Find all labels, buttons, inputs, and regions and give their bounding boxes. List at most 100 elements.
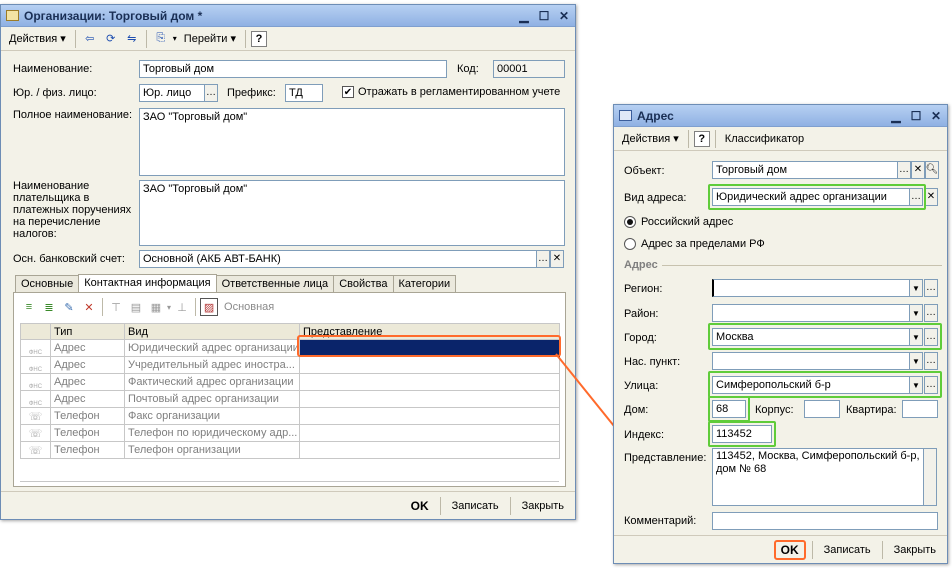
district-dropdown-icon[interactable]: ▼ xyxy=(909,304,923,322)
address-kind-clear-button[interactable]: ✕ xyxy=(924,188,938,206)
bank-select-button[interactable]: … xyxy=(536,250,550,268)
bank-account-field[interactable]: Основной (АКБ АВТ-БАНК) xyxy=(139,250,537,268)
payer-label: Наименование плательщика в платежных пор… xyxy=(13,180,132,240)
row-view[interactable] xyxy=(299,424,560,442)
classifier-button[interactable]: Классификатор xyxy=(721,129,808,149)
table-row[interactable]: ФНС Адрес Почтовый адрес организации xyxy=(20,390,560,408)
district-select-button[interactable]: … xyxy=(924,304,938,322)
view-field[interactable]: 113452, Москва, Симферопольский б-р, дом… xyxy=(712,448,924,506)
addr-close-button[interactable]: Закрыть xyxy=(889,542,941,558)
tab-properties[interactable]: Свойства xyxy=(333,275,394,293)
refresh-icon[interactable]: ⟳ xyxy=(102,30,120,48)
maximize-icon[interactable]: ☐ xyxy=(535,8,553,24)
row-view[interactable] xyxy=(299,390,560,408)
address-kind-highlight xyxy=(708,184,926,210)
addr-actions-menu[interactable]: Действия ▾ xyxy=(618,129,683,149)
flat-field[interactable] xyxy=(902,400,938,418)
back-arrow-icon[interactable]: ⇦ xyxy=(81,30,99,48)
minimize-icon[interactable]: ▁ xyxy=(515,8,533,24)
object-field[interactable]: Торговый дом xyxy=(712,161,898,179)
row-view[interactable] xyxy=(299,407,560,425)
help-icon[interactable]: ? xyxy=(250,30,267,47)
legal-form-select-button[interactable]: … xyxy=(204,84,218,102)
comment-field[interactable] xyxy=(712,512,938,530)
row-view[interactable] xyxy=(299,373,560,391)
district-field[interactable] xyxy=(712,304,910,322)
region-field[interactable] xyxy=(712,279,910,297)
ok-button[interactable]: OK xyxy=(406,497,434,515)
header-icon-col xyxy=(20,323,51,340)
region-dropdown-icon[interactable]: ▼ xyxy=(909,279,923,297)
filter-list-icon[interactable]: ▤ xyxy=(127,298,145,316)
addr-titlebar[interactable]: Адрес ▁ ☐ ✕ xyxy=(614,105,947,127)
tab-responsible[interactable]: Ответственные лица xyxy=(215,275,335,293)
goto-menu[interactable]: Перейти ▾ xyxy=(180,29,240,49)
fullname-field[interactable]: ЗАО "Торговый дом" xyxy=(139,108,565,176)
filter-icon[interactable]: ⊤ xyxy=(107,298,125,316)
toolbar-separator xyxy=(439,496,441,515)
filter-settings-icon[interactable]: ▦ xyxy=(147,298,165,316)
tab-contacts[interactable]: Контактная информация xyxy=(78,274,217,293)
row-kind: Учредительный адрес иностра... xyxy=(124,356,300,374)
set-main-label[interactable]: Основная xyxy=(224,301,274,313)
code-field[interactable]: 00001 xyxy=(493,60,565,78)
table-row[interactable]: ☏ Телефон Телефон организации xyxy=(20,441,560,459)
tab-main[interactable]: Основные xyxy=(15,275,80,293)
row-kind: Телефон по юридическому адр... xyxy=(124,424,300,442)
actions-label: Действия xyxy=(9,32,58,45)
prefix-field[interactable]: ТД xyxy=(285,84,323,102)
object-select-button[interactable]: … xyxy=(897,161,911,179)
settlement-field[interactable] xyxy=(712,352,910,370)
find-in-list-icon[interactable]: ⇋ xyxy=(123,30,141,48)
comment-label: Комментарий: xyxy=(624,515,697,527)
region-select-button[interactable]: … xyxy=(924,279,938,297)
addr-bottom-bar: OK Записать Закрыть xyxy=(614,535,947,563)
actions-menu[interactable]: Действия ▾ xyxy=(5,29,70,49)
tab-categories[interactable]: Категории xyxy=(392,275,457,293)
header-type[interactable]: Тип xyxy=(50,323,125,340)
table-row[interactable]: ☏ Телефон Телефон по юридическому адр... xyxy=(20,424,560,442)
settlement-dropdown-icon[interactable]: ▼ xyxy=(909,352,923,370)
table-row[interactable]: ФНС Адрес Учредительный адрес иностра... xyxy=(20,356,560,374)
radio-russian-address[interactable]: Российский адрес xyxy=(624,216,733,229)
name-label: Наименование: xyxy=(13,63,93,75)
settlement-select-button[interactable]: … xyxy=(924,352,938,370)
header-kind[interactable]: Вид xyxy=(124,323,300,340)
name-field[interactable]: Торговый дом xyxy=(139,60,447,78)
org-titlebar[interactable]: Организации: Торговый дом * ▁ ☐ ✕ xyxy=(1,5,575,27)
close-icon[interactable]: ✕ xyxy=(555,8,573,24)
based-on-icon[interactable]: ⎘ xyxy=(152,30,170,48)
bank-clear-button[interactable]: ✕ xyxy=(550,250,564,268)
object-open-icon[interactable]: 🔍︎ xyxy=(925,161,939,179)
payer-field[interactable]: ЗАО "Торговый дом" xyxy=(139,180,565,246)
add-row-icon[interactable]: ≡ xyxy=(20,298,38,316)
edit-row-icon[interactable]: ✎ xyxy=(60,298,78,316)
radio-foreign-address[interactable]: Адрес за пределами РФ xyxy=(624,238,765,251)
close-button[interactable]: Закрыть xyxy=(517,498,569,514)
close-icon[interactable]: ✕ xyxy=(927,108,945,124)
help-icon[interactable]: ? xyxy=(693,130,710,147)
view-scrollbar[interactable] xyxy=(923,448,937,506)
korpus-field[interactable] xyxy=(804,400,840,418)
row-view[interactable] xyxy=(299,441,560,459)
index-label: Индекс: xyxy=(624,429,665,441)
object-clear-button[interactable]: ✕ xyxy=(911,161,925,179)
toolbar-separator xyxy=(74,29,76,48)
minimize-icon[interactable]: ▁ xyxy=(887,108,905,124)
maximize-icon[interactable]: ☐ xyxy=(907,108,925,124)
copy-row-icon[interactable]: ≣ xyxy=(40,298,58,316)
legal-form-field[interactable]: Юр. лицо xyxy=(139,84,205,102)
row-view[interactable] xyxy=(299,356,560,374)
addr-ok-button[interactable]: OK xyxy=(773,539,806,560)
delete-row-icon[interactable]: ✕ xyxy=(80,298,98,316)
set-main-icon[interactable]: ▨ xyxy=(200,298,219,316)
table-row[interactable]: ☏ Телефон Факс организации xyxy=(20,407,560,425)
district-label: Район: xyxy=(624,308,659,320)
object-label: Объект: xyxy=(624,165,665,177)
clear-filter-icon[interactable]: ⊥ xyxy=(173,298,191,316)
reglament-checkbox[interactable]: ✔ Отражать в регламентированном учете xyxy=(342,86,560,99)
addr-window-title: Адрес xyxy=(637,108,674,123)
addr-save-button[interactable]: Записать xyxy=(819,542,876,558)
table-row[interactable]: ФНС Адрес Фактический адрес организации xyxy=(20,373,560,391)
save-button[interactable]: Записать xyxy=(447,498,504,514)
